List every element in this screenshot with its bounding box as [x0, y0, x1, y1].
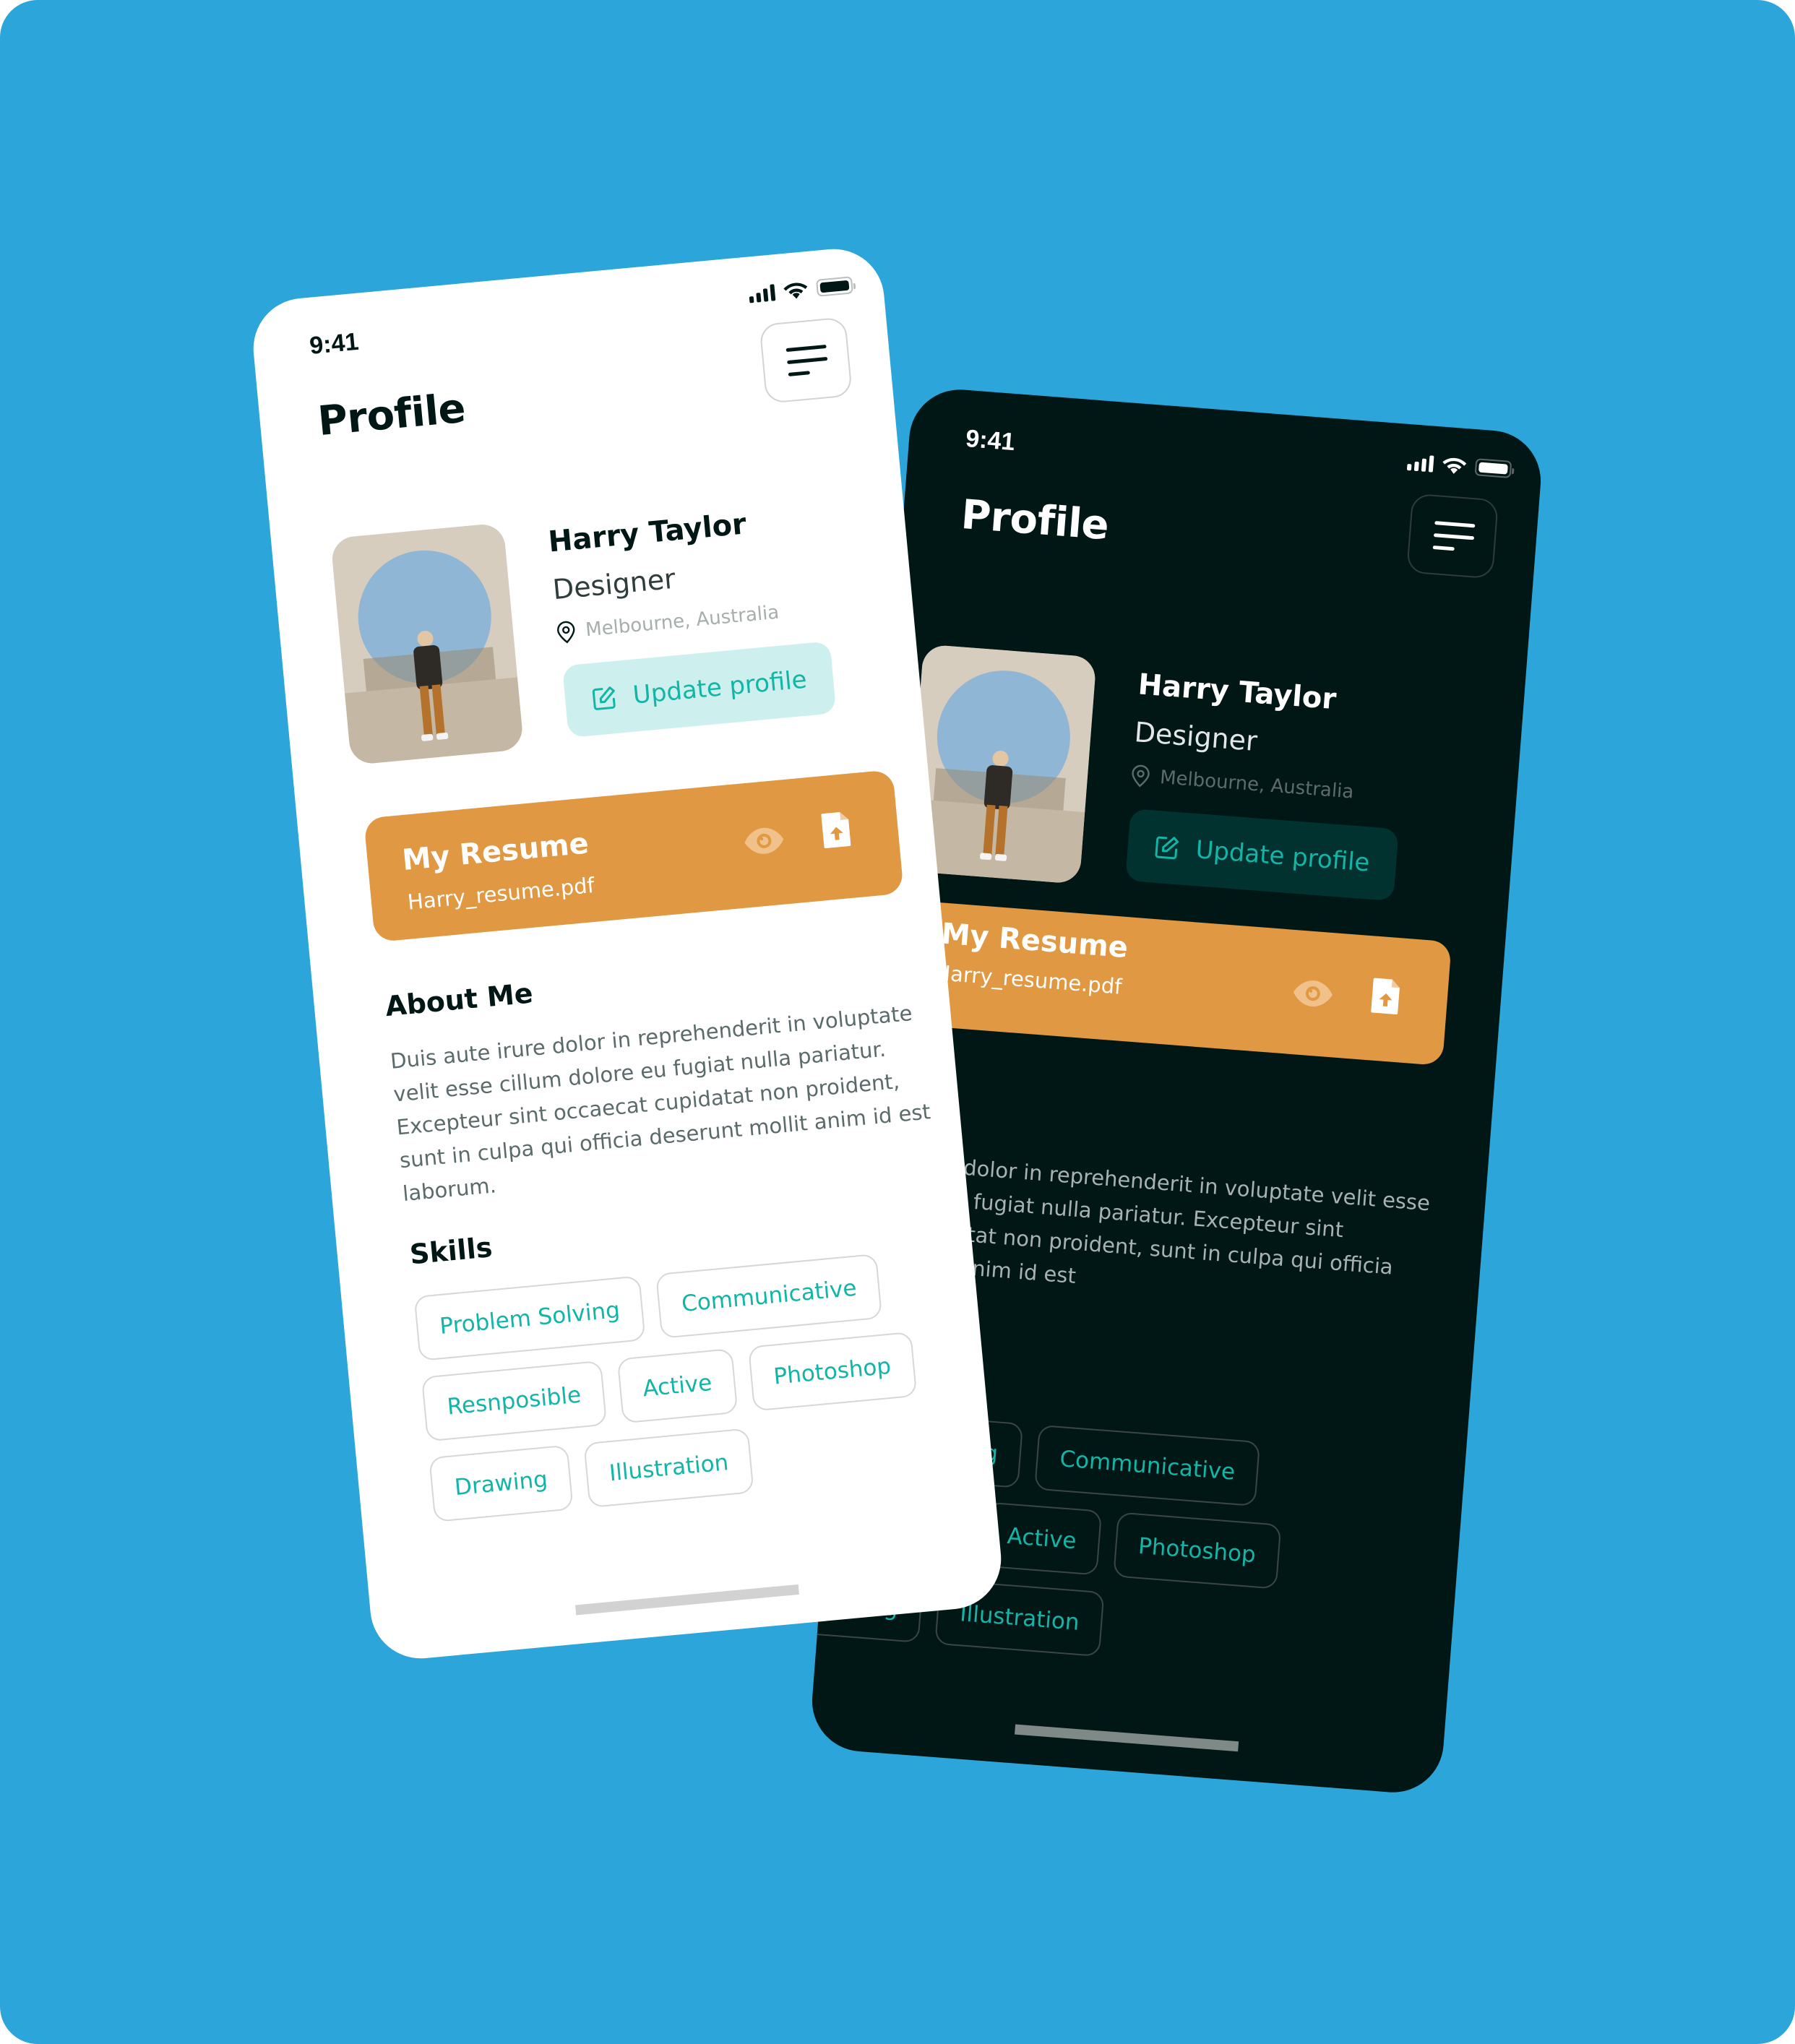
- profile-section: Harry Taylor Designer Melbourne, Austral…: [249, 245, 926, 807]
- eye-icon[interactable]: [742, 824, 786, 857]
- resume-file-name: Harry_resume.pdf: [406, 872, 596, 915]
- profile-role: Designer: [551, 562, 677, 606]
- resume-title: My Resume: [939, 917, 1129, 965]
- about-title: About Me: [384, 977, 535, 1023]
- resume-file-name: Harry_resume.pdf: [934, 960, 1123, 999]
- file-upload-icon[interactable]: [1370, 976, 1402, 1016]
- skill-chip[interactable]: Photoshop: [747, 1331, 917, 1412]
- skill-chip[interactable]: Photoshop: [1112, 1512, 1281, 1590]
- skills-title: Skills: [408, 1231, 494, 1271]
- update-profile-button[interactable]: Update profile: [561, 641, 837, 738]
- resume-title: My Resume: [400, 827, 590, 878]
- phone-screen-light: 9:41 Profile Harry Taylor Designer Melbo…: [249, 244, 1006, 1663]
- home-indicator: [574, 1584, 799, 1616]
- skill-chip[interactable]: Problem Solving: [413, 1275, 646, 1361]
- skill-chip[interactable]: Illustration: [583, 1428, 755, 1509]
- skill-chip[interactable]: Drawing: [429, 1444, 574, 1522]
- eye-icon[interactable]: [1291, 978, 1335, 1009]
- resume-card[interactable]: My Resume Harry_resume.pdf: [363, 769, 904, 943]
- edit-icon: [592, 686, 616, 710]
- profile-location: Melbourne, Australia: [556, 601, 780, 644]
- skill-chip[interactable]: Communicative: [1034, 1424, 1261, 1507]
- skills-list: Problem Solving Communicative Resnposibl…: [413, 1249, 953, 1522]
- location-text: Melbourne, Australia: [585, 601, 780, 642]
- skill-chip[interactable]: Resnposible: [421, 1360, 607, 1442]
- skill-chip[interactable]: Active: [616, 1347, 739, 1424]
- about-text: Duis aute irure dolor in reprehenderit i…: [389, 1001, 932, 1207]
- skill-chip[interactable]: Communicative: [655, 1253, 883, 1339]
- profile-photo: [330, 522, 525, 766]
- update-profile-label: Update profile: [632, 665, 809, 710]
- file-upload-icon[interactable]: [820, 810, 853, 850]
- profile-name: Harry Taylor: [546, 507, 748, 559]
- location-pin-icon: [557, 621, 575, 644]
